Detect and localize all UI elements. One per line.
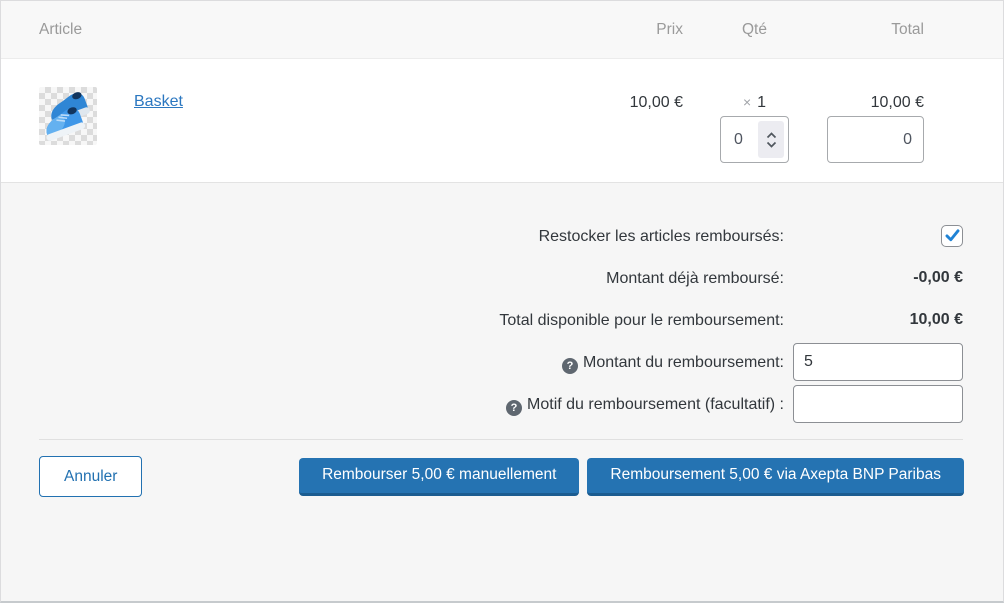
refund-amount-input[interactable] [793,343,963,381]
already-refunded-label: Montant déjà remboursé: [492,259,784,298]
multiply-sign: × [743,94,751,110]
restock-label: Restocker les articles remboursés: [492,217,784,256]
refund-form-section: Restocker les articles remboursés: Monta… [1,182,1003,601]
footer-actions: Annuler Rembourser 5,00 € manuellement R… [39,456,964,497]
restock-checkbox[interactable] [941,225,963,247]
column-header-qty: Qté [720,21,789,39]
form-row-total-available: Total disponible pour le remboursement: … [1,299,1003,341]
refund-qty-input[interactable]: 0 [720,116,789,163]
total-available-label: Total disponible pour le remboursement: [492,301,784,340]
line-total: 10,00 € [871,93,924,112]
form-row-already-refunded: Montant déjà remboursé: -0,00 € [1,257,1003,299]
refund-panel: Article Prix Qté Total [0,0,1004,603]
qty-cell: ×1 0 [720,87,789,163]
refund-manual-button[interactable]: Rembourser 5,00 € manuellement [299,458,579,496]
column-header-total: Total [789,21,924,39]
product-image [39,87,97,145]
refund-reason-input[interactable] [793,385,963,423]
price-cell: 10,00 € [520,93,720,163]
refund-amount-label: ?Montant du remboursement: [492,343,784,382]
sneaker-image [39,87,97,145]
form-row-restock: Restocker les articles remboursés: [1,215,1003,257]
qty-line: ×1 [743,93,766,112]
total-available-amount: 10,00 € [910,311,963,329]
refund-total-input[interactable] [827,116,924,163]
refund-reason-label: ?Motif du remboursement (facultatif) : [492,385,784,424]
items-table-header: Article Prix Qté Total [1,1,1003,59]
table-row: Basket 10,00 € ×1 0 10,00 € [1,59,1003,182]
qty-ordered: 1 [757,94,766,111]
help-icon[interactable]: ? [506,400,522,416]
qty-stepper[interactable] [758,121,784,158]
refund-qty-value: 0 [734,131,743,149]
cancel-button[interactable]: Annuler [39,456,142,497]
footer-divider [39,439,963,440]
article-cell: Basket [39,87,520,163]
refund-gateway-button[interactable]: Remboursement 5,00 € via Axepta BNP Pari… [587,458,964,496]
form-row-refund-reason: ?Motif du remboursement (facultatif) : [1,383,1003,425]
checkmark-icon [944,227,961,244]
form-row-refund-amount: ?Montant du remboursement: [1,341,1003,383]
chevron-up-icon [766,132,777,139]
help-icon[interactable]: ? [562,358,578,374]
already-refunded-amount: -0,00 € [913,269,963,287]
column-header-price: Prix [520,21,720,39]
column-header-article: Article [39,21,520,39]
chevron-down-icon [766,141,777,148]
product-link[interactable]: Basket [134,93,183,111]
total-cell: 10,00 € [789,87,924,163]
